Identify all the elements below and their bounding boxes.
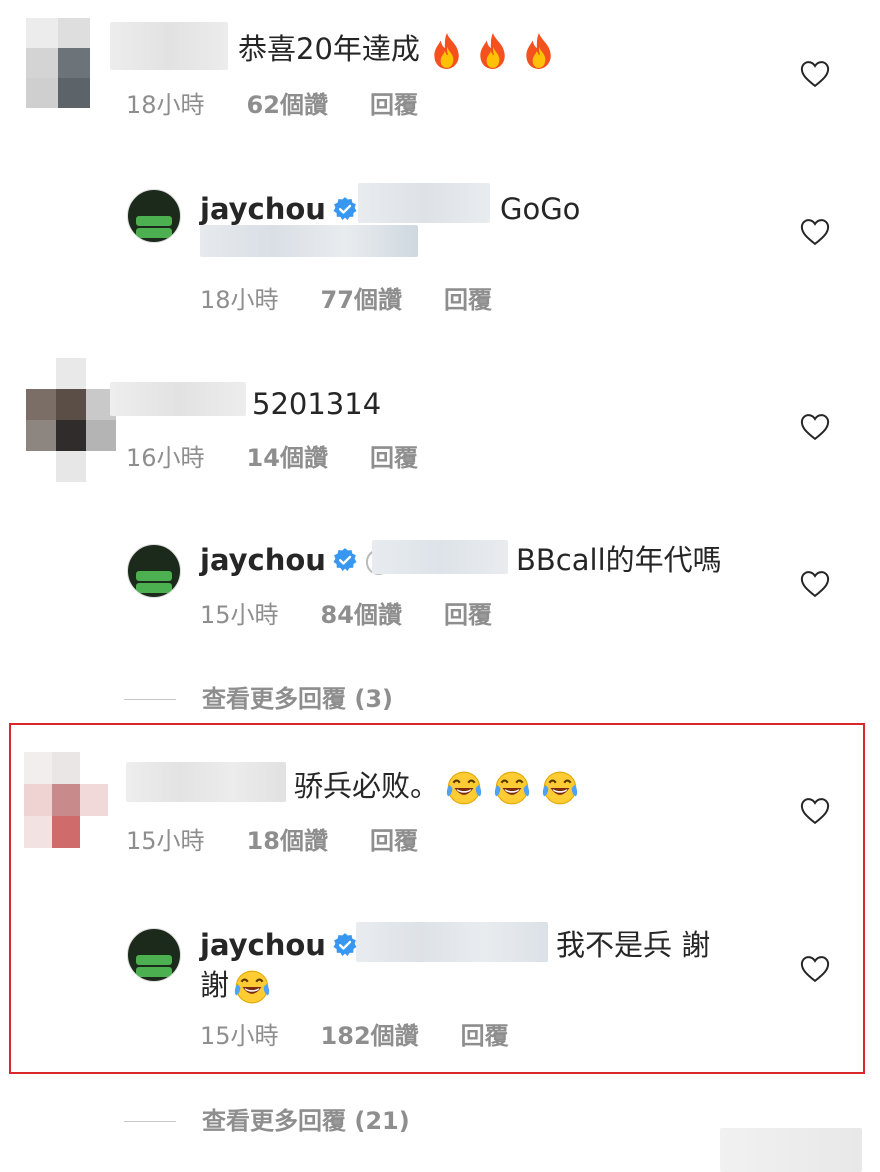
username-redacted[interactable] bbox=[110, 22, 228, 70]
like-count[interactable]: 182個讚 bbox=[321, 1022, 419, 1050]
divider bbox=[124, 699, 176, 700]
fire-icon bbox=[520, 32, 558, 70]
comment-meta: 18小時 62個讚 回覆 bbox=[126, 90, 460, 120]
reply-button[interactable]: 回覆 bbox=[370, 91, 418, 119]
timestamp: 18小時 bbox=[126, 91, 205, 119]
like-count[interactable]: 84個讚 bbox=[321, 601, 402, 629]
comment-text: BBcall的年代嗎 bbox=[516, 543, 722, 577]
heart-icon[interactable] bbox=[800, 955, 830, 983]
heart-icon[interactable] bbox=[800, 60, 830, 88]
view-more-replies[interactable]: 查看更多回覆 (3) bbox=[202, 684, 393, 714]
verified-badge-icon bbox=[332, 196, 358, 222]
heart-icon[interactable] bbox=[800, 218, 830, 246]
tears-of-joy-icon bbox=[233, 968, 271, 1006]
username[interactable]: jaychou bbox=[200, 192, 326, 226]
comment-text: 恭喜20年達成 bbox=[238, 31, 558, 70]
comment-text: 骄兵必败。 bbox=[294, 768, 579, 807]
comment-meta: 16小時 14個讚 回覆 bbox=[126, 443, 460, 473]
mention-redacted[interactable] bbox=[372, 540, 508, 574]
avatar[interactable] bbox=[127, 189, 181, 243]
avatar[interactable] bbox=[24, 752, 108, 848]
reply-button[interactable]: 回覆 bbox=[370, 827, 418, 855]
reply-button[interactable]: 回覆 bbox=[444, 286, 492, 314]
username-redacted[interactable] bbox=[110, 382, 246, 416]
mention-redacted[interactable] bbox=[358, 183, 490, 223]
divider bbox=[124, 1121, 176, 1122]
timestamp: 15小時 bbox=[200, 601, 279, 629]
fire-icon bbox=[428, 32, 466, 70]
reply-header: jaychou bbox=[200, 927, 364, 963]
comment-meta: 15小時 182個讚 回覆 bbox=[200, 1021, 551, 1051]
view-more-replies[interactable]: 查看更多回覆 (21) bbox=[202, 1106, 410, 1136]
heart-icon[interactable] bbox=[800, 570, 830, 598]
avatar[interactable] bbox=[127, 544, 181, 598]
fire-icon bbox=[474, 32, 512, 70]
comment-meta: 15小時 84個讚 回覆 bbox=[200, 600, 534, 630]
username-redacted[interactable] bbox=[126, 762, 286, 802]
heart-icon[interactable] bbox=[800, 413, 830, 441]
tears-of-joy-icon bbox=[541, 769, 579, 807]
comment-text-line2: 謝 bbox=[200, 967, 271, 1006]
comment-text: GoGo bbox=[500, 192, 581, 226]
like-count[interactable]: 18個讚 bbox=[247, 827, 328, 855]
username[interactable]: jaychou bbox=[200, 543, 326, 577]
reply-button[interactable]: 回覆 bbox=[370, 444, 418, 472]
comment-meta: 15小時 18個讚 回覆 bbox=[126, 826, 460, 856]
comment-text: 我不是兵 謝 bbox=[556, 928, 711, 962]
text-redacted bbox=[200, 225, 418, 257]
watermark-redacted bbox=[720, 1128, 862, 1172]
reply-header: jaychou bbox=[200, 191, 364, 227]
avatar[interactable] bbox=[127, 928, 181, 982]
tears-of-joy-icon bbox=[445, 769, 483, 807]
timestamp: 18小時 bbox=[200, 286, 279, 314]
heart-icon[interactable] bbox=[800, 797, 830, 825]
comment-meta: 18小時 77個讚 回覆 bbox=[200, 285, 534, 315]
timestamp: 15小時 bbox=[200, 1022, 279, 1050]
like-count[interactable]: 62個讚 bbox=[247, 91, 328, 119]
reply-header: jaychou@ bbox=[200, 542, 393, 578]
reply-button[interactable]: 回覆 bbox=[444, 601, 492, 629]
timestamp: 15小時 bbox=[126, 827, 205, 855]
tears-of-joy-icon bbox=[493, 769, 531, 807]
timestamp: 16小時 bbox=[126, 444, 205, 472]
reply-button[interactable]: 回覆 bbox=[461, 1022, 509, 1050]
avatar[interactable] bbox=[26, 18, 90, 108]
mention-redacted[interactable] bbox=[356, 922, 548, 962]
like-count[interactable]: 14個讚 bbox=[247, 444, 328, 472]
verified-badge-icon bbox=[332, 932, 358, 958]
avatar[interactable] bbox=[26, 358, 116, 482]
like-count[interactable]: 77個讚 bbox=[321, 286, 402, 314]
verified-badge-icon bbox=[332, 547, 358, 573]
username[interactable]: jaychou bbox=[200, 928, 326, 962]
comment-text: 5201314 bbox=[252, 387, 382, 421]
